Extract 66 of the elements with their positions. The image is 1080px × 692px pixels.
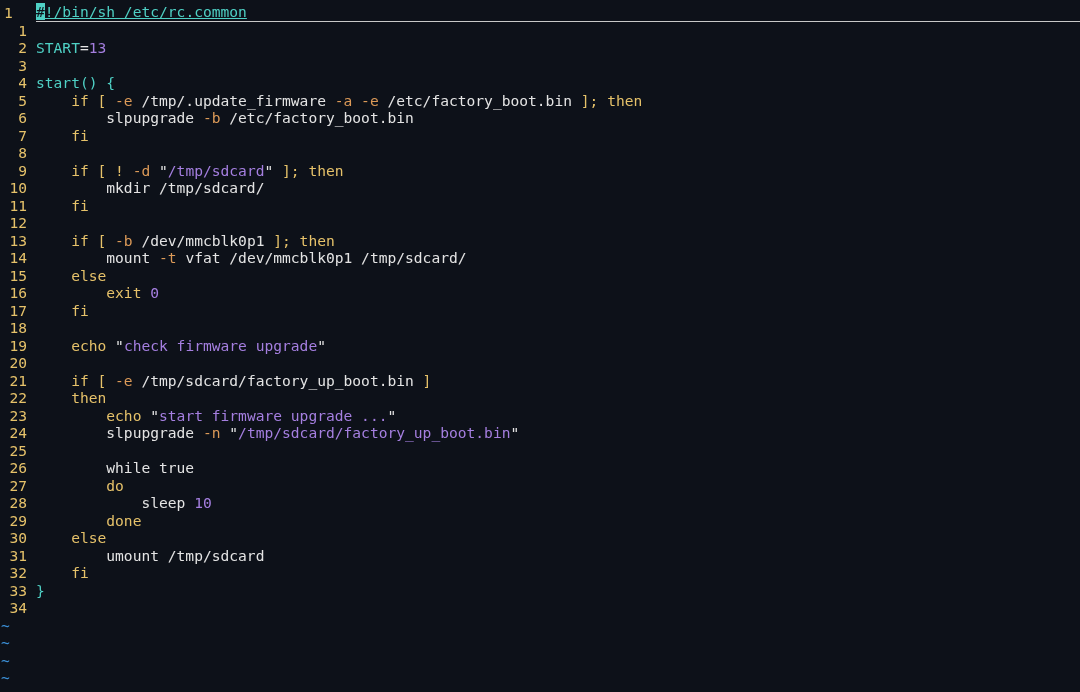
code-line: else [70,529,107,547]
code-line: exit 0 [105,284,160,302]
code-line: while true [105,459,195,477]
line-number: 19 [8,336,27,354]
line-number: 26 [8,459,27,477]
line-number: 20 [8,354,27,372]
line-number: 8 [17,144,27,162]
code-line: if [ -e /tmp/sdcard/factory_up_boot.bin ] [70,371,432,389]
code-line: if [ -b /dev/mmcblk0p1 ]; then [70,231,335,249]
code-line: fi [70,126,89,144]
code-line: #!/bin/sh /etc/rc.common [36,4,1080,22]
code-line: start() { [36,74,116,92]
line-number: 34 [8,599,27,617]
line-number: 5 [17,91,27,109]
line-number: 10 [8,179,27,197]
line-number: 16 [8,284,27,302]
code-line: echo "check firmware upgrade" [70,336,326,354]
code-line: fi [70,301,89,319]
code-line: do [105,476,124,494]
code-line: slpupgrade -n "/tmp/sdcard/factory_up_boot.bin" [105,424,520,442]
line-number: 32 [8,564,27,582]
code-line: umount /tmp/sdcard [105,546,265,564]
line-number: 4 [17,74,27,92]
line-number: 12 [8,214,27,232]
code-line: else [70,266,107,284]
line-number: 33 [8,581,27,599]
line-number: 22 [8,389,27,407]
line-number: 17 [8,301,27,319]
line-number: 13 [8,231,27,249]
line-number: 23 [8,406,27,424]
line-number: 29 [8,511,27,529]
code-line: fi [70,564,89,582]
end-of-buffer-marker: ~ [0,669,10,687]
line-number: 1 [3,4,14,22]
line-number: 15 [8,266,27,284]
line-number: 1 [17,21,27,39]
code-line: done [105,511,142,529]
code-line: mkdir /tmp/sdcard/ [105,179,265,197]
line-number: 21 [8,371,27,389]
code-line: echo "start firmware upgrade ..." [105,406,397,424]
line-number: 11 [8,196,27,214]
line-number: 9 [17,161,27,179]
code-line: if [ ! -d "/tmp/sdcard" ]; then [70,161,344,179]
line-number: 25 [8,441,27,459]
line-number: 2 [17,39,27,57]
end-of-buffer-marker: ~ [0,634,10,652]
code-line: then [70,389,107,407]
line-number: 3 [17,56,27,74]
code-line: START=13 [36,39,107,57]
line-number: 18 [8,319,27,337]
code-line: fi [70,196,89,214]
line-number: 14 [8,249,27,267]
code-line: mount -t vfat /dev/mmcblk0p1 /tmp/sdcard/ [105,249,467,267]
line-number: 27 [8,476,27,494]
line-number: 6 [17,109,27,127]
line-number: 30 [8,529,27,547]
code-line: } [36,581,45,599]
line-number: 7 [17,126,27,144]
line-number: 28 [8,494,27,512]
line-number: 24 [8,424,27,442]
code-line: sleep 10 [140,494,212,512]
end-of-buffer-marker: ~ [0,616,10,634]
end-of-buffer-marker: ~ [0,651,10,669]
code-line: slpupgrade -b /etc/factory_boot.bin [105,109,414,127]
code-line: if [ -e /tmp/.update_firmware -a -e /etc/factory_boot.bin ]; then [70,91,643,109]
line-number: 31 [8,546,27,564]
